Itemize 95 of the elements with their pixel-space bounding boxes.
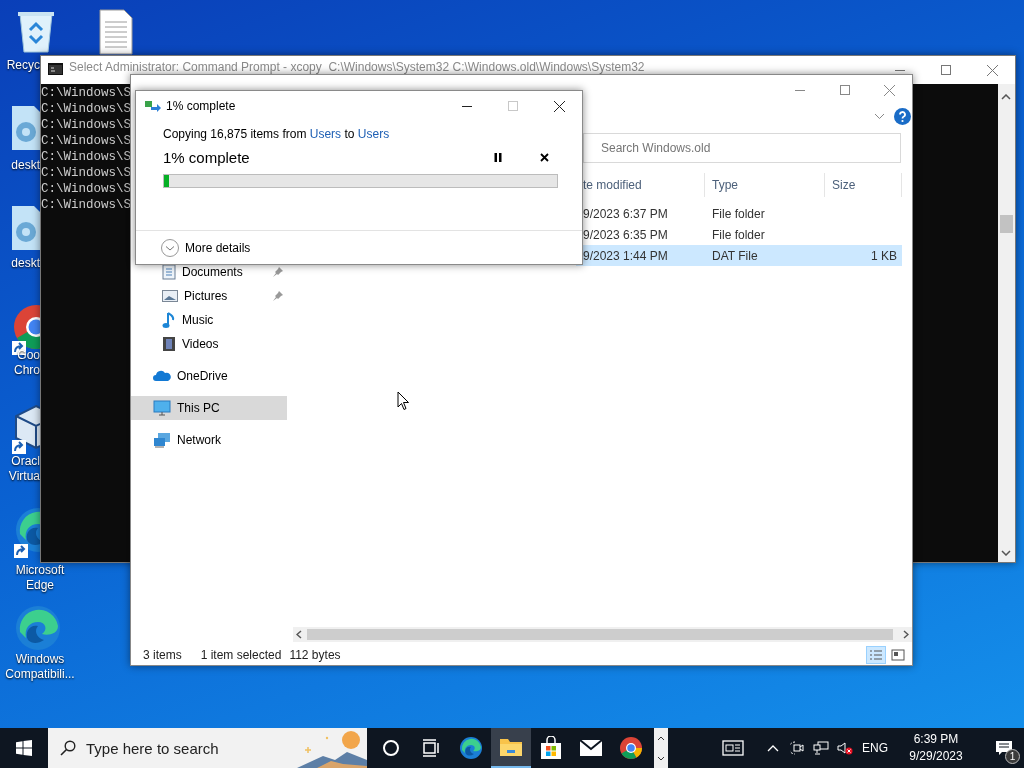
document-icon xyxy=(162,264,176,280)
scroll-left-icon[interactable] xyxy=(296,630,302,639)
scroll-up-icon[interactable] xyxy=(1001,94,1011,100)
picture-icon xyxy=(162,289,178,303)
help-icon[interactable] xyxy=(894,108,911,125)
window-title: Select Administrator: Command Prompt - xcopy C:\Windows\System32 C:\Windows.old\Windows\System32 xyxy=(69,61,646,74)
nav-item[interactable]: Network xyxy=(131,428,287,452)
console-line: C:\Windows\S xyxy=(41,101,131,117)
desktop-icon-label[interactable]: Edge xyxy=(26,578,54,593)
copy-icon xyxy=(145,100,161,112)
muted-speaker-icon[interactable] xyxy=(837,741,853,755)
chrome-icon[interactable] xyxy=(619,736,643,760)
search-field[interactable]: Search Windows.old xyxy=(583,133,901,163)
nav-item[interactable]: Music xyxy=(131,308,287,332)
network-icon xyxy=(153,432,171,448)
source-link[interactable]: Users xyxy=(309,127,342,141)
maximize-icon[interactable] xyxy=(839,85,850,95)
monitor-icon xyxy=(153,400,171,416)
console-icon xyxy=(48,63,63,75)
console-line: C:\Windows\S xyxy=(41,117,131,133)
close-icon[interactable] xyxy=(539,152,549,162)
selection-count: 1 item selected xyxy=(200,648,282,662)
desktop-icon-label[interactable]: Microsoft xyxy=(15,563,65,578)
item-count: 3 items xyxy=(143,648,182,662)
taskbar-app-button[interactable] xyxy=(491,728,531,768)
nav-item[interactable]: Videos xyxy=(131,332,287,356)
column-header[interactable]: Size xyxy=(825,173,902,197)
selection-size: 112 bytes xyxy=(289,648,341,662)
notification-count: 1 xyxy=(1005,749,1020,764)
console-line: C:\Windows\S xyxy=(41,133,131,149)
desktop-icon-label[interactable]: Oracl xyxy=(11,454,40,469)
store-bag-icon[interactable] xyxy=(539,736,563,760)
horizontal-scrollbar[interactable] xyxy=(293,627,912,642)
size-cell-text: 1 KB xyxy=(870,248,898,263)
console-line: C:\Windows\S xyxy=(41,165,131,181)
nav-item[interactable]: OneDrive xyxy=(131,364,287,388)
cloud-icon xyxy=(153,370,171,382)
caret-down-icon[interactable] xyxy=(657,755,665,761)
maximize-icon[interactable] xyxy=(941,65,951,75)
copy-status-text: Copying 16,875 items from Users to Users xyxy=(163,127,391,141)
chevron-up-icon[interactable] xyxy=(767,744,779,752)
task-view-icon[interactable] xyxy=(421,739,441,757)
more-details-button[interactable]: More details xyxy=(161,238,251,257)
dialog-title: 1% complete xyxy=(166,99,237,113)
desktop-icon-label[interactable]: Recyc xyxy=(6,58,40,73)
destination-link[interactable]: Users xyxy=(357,127,390,141)
clock[interactable]: 6:39 PM 9/29/2023 xyxy=(894,731,978,765)
chevron-down-icon[interactable] xyxy=(161,238,179,257)
folder-icon[interactable] xyxy=(499,737,523,757)
taskbar-search-field[interactable]: Type here to search xyxy=(48,728,367,768)
camera-icon[interactable] xyxy=(790,741,804,755)
news-icon[interactable] xyxy=(722,740,744,756)
caret-up-icon[interactable] xyxy=(657,735,665,741)
type-cell-text: File folder xyxy=(711,206,766,221)
nav-item[interactable]: This PC xyxy=(131,396,287,420)
console-line: C:\Windows\S xyxy=(41,85,131,101)
file-row[interactable]: 9/2023 1:44 PM DAT File 1 KB xyxy=(576,245,902,266)
close-icon[interactable] xyxy=(553,100,565,112)
minimize-icon[interactable] xyxy=(462,105,472,107)
date-cell-text: 9/2023 1:44 PM xyxy=(582,248,669,263)
column-header[interactable]: Type xyxy=(705,173,825,197)
mail-icon[interactable] xyxy=(579,739,603,757)
console-line: C:\Windows\S xyxy=(41,149,131,165)
scroll-right-icon[interactable] xyxy=(903,630,909,639)
scrollbar-thumb[interactable] xyxy=(1000,215,1013,233)
date-cell-text: 9/2023 6:37 PM xyxy=(582,206,669,221)
windows-logo-icon[interactable] xyxy=(16,740,32,756)
scroll-down-icon[interactable] xyxy=(1001,550,1011,556)
mouse-cursor-icon xyxy=(397,391,410,411)
taskbar-scroll-buttons[interactable] xyxy=(654,728,668,768)
nav-item[interactable]: Pictures xyxy=(131,284,287,308)
date-cell-text: 9/2023 6:35 PM xyxy=(582,227,669,242)
desktop-icon-label[interactable]: Virtua xyxy=(8,469,40,484)
cortana-icon[interactable] xyxy=(382,739,400,757)
console-line: C:\Windows\S xyxy=(41,181,131,197)
console-line: C:\Windows\S xyxy=(41,197,131,213)
desktop-icon-label[interactable]: deskt xyxy=(11,158,40,173)
language-indicator[interactable]: ENG xyxy=(862,741,888,755)
search-icon[interactable] xyxy=(60,740,76,756)
cube-icon xyxy=(12,402,40,450)
chevron-down-icon[interactable] xyxy=(874,113,885,120)
desktop-icon-label[interactable]: Windows xyxy=(15,652,65,667)
vertical-scrollbar[interactable] xyxy=(998,84,1015,562)
desktop-icon-label[interactable]: Compatibili... xyxy=(5,667,75,682)
type-cell-text: File folder xyxy=(711,227,766,242)
desktop-icon-label[interactable]: Chro xyxy=(14,363,40,378)
film-icon xyxy=(162,336,176,352)
scrollbar-thumb[interactable] xyxy=(307,629,893,640)
type-cell-text: DAT File xyxy=(711,248,759,263)
progress-label: 1% complete xyxy=(163,148,251,166)
desktop-icon-label[interactable]: deskt xyxy=(11,256,40,271)
network-icon[interactable] xyxy=(813,741,829,755)
music-note-icon xyxy=(162,311,176,329)
pause-icon[interactable] xyxy=(494,152,502,162)
edge-icon[interactable] xyxy=(459,736,483,760)
